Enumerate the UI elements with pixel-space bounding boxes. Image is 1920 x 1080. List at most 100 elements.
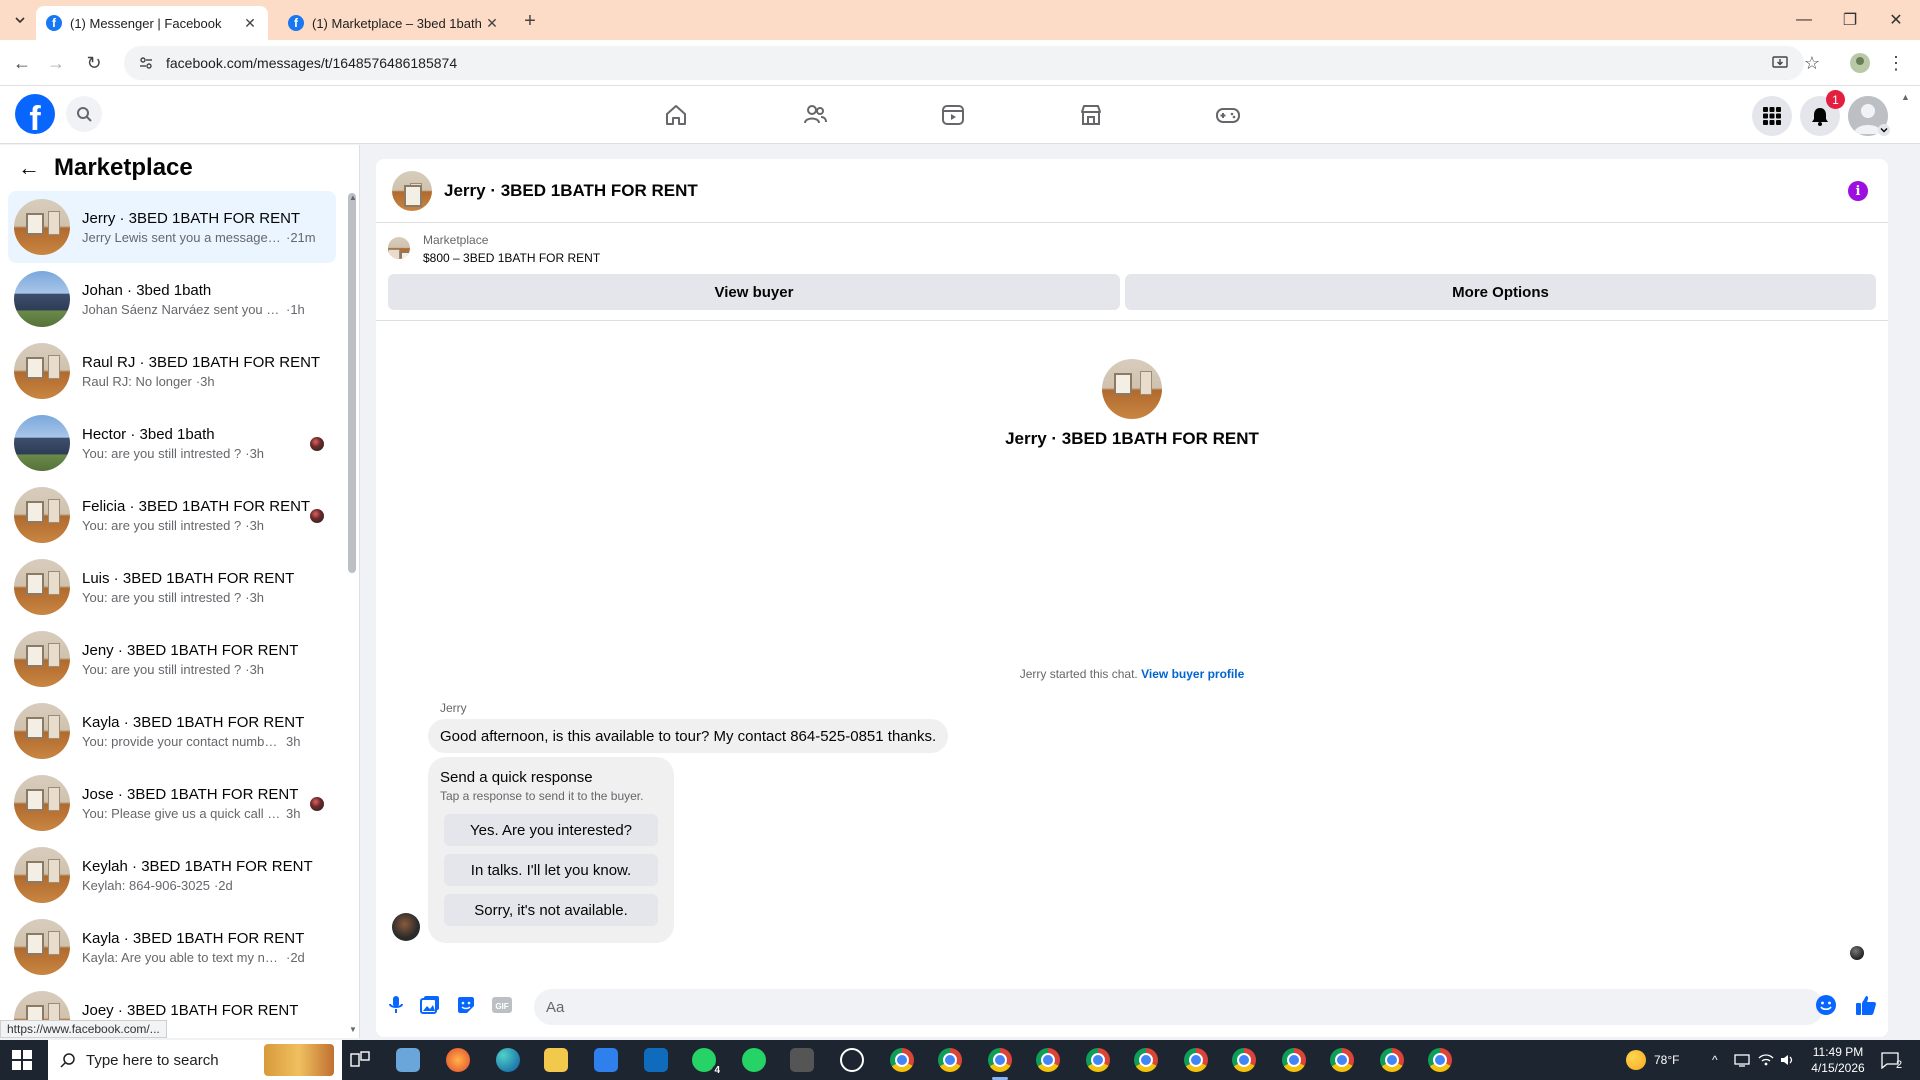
tray-chevron-up-icon[interactable]: ^ bbox=[1712, 1040, 1718, 1080]
conversation-item[interactable]: Hector · 3bed 1bath You: are you still in… bbox=[8, 407, 336, 479]
volume-icon[interactable] bbox=[1780, 1040, 1796, 1080]
site-settings-icon[interactable] bbox=[136, 53, 156, 73]
profile-avatar-icon[interactable] bbox=[1848, 51, 1872, 75]
desktop-app-icon[interactable] bbox=[790, 1048, 814, 1072]
minimize-icon[interactable]: — bbox=[1792, 8, 1816, 32]
conversation-snippet: You: are you still intrested ? bbox=[82, 661, 242, 677]
video-icon[interactable] bbox=[938, 100, 968, 130]
windows-start-icon[interactable] bbox=[12, 1050, 32, 1070]
taskbar-clock[interactable]: 11:49 PM 4/15/2026 bbox=[1798, 1044, 1878, 1076]
conversation-item[interactable]: Kayla · 3BED 1BATH FOR RENT You: provide … bbox=[8, 695, 336, 767]
sender-name: Jerry bbox=[440, 701, 467, 715]
whatsapp-secondary-app-icon[interactable] bbox=[742, 1048, 766, 1072]
search-icon[interactable] bbox=[66, 96, 102, 132]
scroll-up-arrow-icon[interactable]: ▲ bbox=[349, 193, 357, 202]
chrome-app-icon[interactable] bbox=[938, 1048, 962, 1072]
sidebar-scrollbar[interactable] bbox=[348, 193, 356, 573]
conversation-item[interactable]: Kayla · 3BED 1BATH FOR RENT Kayla: Are yo… bbox=[8, 911, 336, 983]
chrome-app-icon[interactable] bbox=[1380, 1048, 1404, 1072]
friends-icon[interactable] bbox=[800, 100, 830, 130]
tab-messenger[interactable]: f (1) Messenger | Facebook ✕ bbox=[36, 6, 268, 40]
emoji-icon[interactable] bbox=[1814, 993, 1838, 1017]
reload-icon[interactable]: ↻ bbox=[82, 51, 106, 75]
message-bubble[interactable]: Good afternoon, is this available to tou… bbox=[428, 719, 949, 753]
chrome-app-icon[interactable] bbox=[1330, 1048, 1354, 1072]
edge-app-icon[interactable] bbox=[496, 1048, 520, 1072]
scroll-down-arrow-icon[interactable]: ▼ bbox=[349, 1025, 357, 1034]
back-arrow-icon[interactable]: ← bbox=[10, 51, 34, 75]
back-arrow-icon[interactable]: ← bbox=[18, 155, 40, 181]
outlook-app-icon[interactable] bbox=[644, 1048, 668, 1072]
more-options-button[interactable]: More Options bbox=[1125, 274, 1876, 310]
chrome-app-icon[interactable] bbox=[1428, 1048, 1452, 1072]
wifi-icon[interactable] bbox=[1758, 1040, 1774, 1080]
conversation-thumbnail bbox=[14, 847, 70, 903]
browser-menu-icon[interactable]: ⋮ bbox=[1884, 51, 1908, 75]
chrome-app-icon[interactable] bbox=[1036, 1048, 1060, 1072]
weather-widget[interactable]: 78°F bbox=[1626, 1040, 1679, 1080]
action-center-icon[interactable]: 2 bbox=[1880, 1040, 1902, 1080]
task-view-icon[interactable] bbox=[348, 1048, 372, 1072]
tab-close-icon[interactable]: ✕ bbox=[484, 15, 500, 31]
account-chevron-icon[interactable] bbox=[1878, 124, 1890, 136]
chrome-app-icon[interactable] bbox=[988, 1048, 1012, 1080]
photo-icon[interactable] bbox=[418, 993, 442, 1017]
profile-avatar[interactable] bbox=[1102, 359, 1162, 419]
gif-icon[interactable]: GIF bbox=[490, 993, 514, 1017]
notepad-app-icon[interactable] bbox=[396, 1048, 420, 1072]
quick-response-yes-button[interactable]: Yes. Are you interested? bbox=[444, 814, 658, 846]
bookmark-star-icon[interactable]: ☆ bbox=[1800, 51, 1824, 75]
listing-title[interactable]: $800 – 3BED 1BATH FOR RENT bbox=[423, 251, 600, 265]
conversation-item[interactable]: Luis · 3BED 1BATH FOR RENT You: are you s… bbox=[8, 551, 336, 623]
chrome-app-icon[interactable] bbox=[1134, 1048, 1158, 1072]
firefox-app-icon[interactable] bbox=[446, 1048, 470, 1072]
home-icon[interactable] bbox=[661, 100, 691, 130]
page-scroll-up-arrow-icon[interactable]: ▲ bbox=[1901, 92, 1910, 102]
view-buyer-profile-link[interactable]: View buyer profile bbox=[1141, 667, 1244, 681]
gaming-icon[interactable] bbox=[1213, 100, 1243, 130]
conversation-item[interactable]: Jeny · 3BED 1BATH FOR RENT You: are you s… bbox=[8, 623, 336, 695]
message-input[interactable] bbox=[534, 989, 1824, 1025]
omnibox[interactable]: facebook.com/messages/t/1648576486185874 bbox=[124, 46, 1804, 80]
chrome-app-icon[interactable] bbox=[1184, 1048, 1208, 1072]
conversation-item[interactable]: Jerry · 3BED 1BATH FOR RENT Jerry Lewis s… bbox=[8, 191, 336, 263]
marketplace-icon[interactable] bbox=[1076, 100, 1106, 130]
tab-marketplace[interactable]: f (1) Marketplace – 3bed 1bath | ✕ bbox=[278, 6, 510, 40]
conversation-item[interactable]: Felicia · 3BED 1BATH FOR RENT You: are yo… bbox=[8, 479, 336, 551]
new-tab-icon[interactable]: + bbox=[518, 9, 542, 33]
tab-close-icon[interactable]: ✕ bbox=[242, 15, 258, 31]
close-window-icon[interactable]: ✕ bbox=[1884, 8, 1908, 32]
tab-search-chevron-icon[interactable] bbox=[8, 8, 32, 32]
forward-arrow-icon[interactable]: → bbox=[44, 51, 68, 75]
whatsapp-app-icon[interactable]: 4 bbox=[692, 1048, 722, 1076]
file-explorer-app-icon[interactable] bbox=[544, 1048, 568, 1072]
menu-grid-icon[interactable] bbox=[1752, 96, 1792, 136]
chrome-app-icon[interactable] bbox=[1086, 1048, 1110, 1072]
chat-title[interactable]: Jerry · 3BED 1BATH FOR RENT bbox=[444, 181, 698, 201]
chrome-app-icon[interactable] bbox=[1232, 1048, 1256, 1072]
restore-icon[interactable]: ❐ bbox=[1838, 8, 1862, 32]
conversation-item[interactable]: Jose · 3BED 1BATH FOR RENT You: Please gi… bbox=[8, 767, 336, 839]
conversation-name: Jeny · 3BED 1BATH FOR RENT bbox=[82, 641, 299, 659]
network-icon[interactable] bbox=[1734, 1040, 1752, 1080]
conversation-item[interactable]: Keylah · 3BED 1BATH FOR RENT Keylah: 864-… bbox=[8, 839, 336, 911]
chrome-app-icon[interactable] bbox=[1282, 1048, 1306, 1072]
quick-response-in-talks-button[interactable]: In talks. I'll let you know. bbox=[444, 854, 658, 886]
conversation-item[interactable]: Johan · 3bed 1bath Johan Sáenz Narváez se… bbox=[8, 263, 336, 335]
install-app-icon[interactable] bbox=[1768, 51, 1792, 75]
thumbs-up-icon[interactable] bbox=[1854, 993, 1878, 1017]
microphone-icon[interactable] bbox=[384, 993, 408, 1017]
sticker-icon[interactable] bbox=[454, 993, 478, 1017]
facebook-logo-icon[interactable]: f bbox=[15, 94, 55, 134]
quick-response-not-available-button[interactable]: Sorry, it's not available. bbox=[444, 894, 658, 926]
sender-avatar[interactable] bbox=[392, 913, 420, 941]
taskbar-search[interactable]: Type here to search bbox=[48, 1040, 342, 1080]
chrome-app-icon[interactable] bbox=[890, 1048, 914, 1072]
conversation-time: ·21m bbox=[286, 229, 316, 245]
view-buyer-button[interactable]: View buyer bbox=[388, 274, 1120, 310]
chatgpt-app-icon[interactable] bbox=[840, 1048, 864, 1072]
conversation-item[interactable]: Raul RJ · 3BED 1BATH FOR RENT Raul RJ: No… bbox=[8, 335, 336, 407]
chat-avatar[interactable] bbox=[392, 170, 432, 211]
store-app-icon[interactable] bbox=[594, 1048, 618, 1072]
info-icon[interactable]: i bbox=[1848, 181, 1868, 201]
